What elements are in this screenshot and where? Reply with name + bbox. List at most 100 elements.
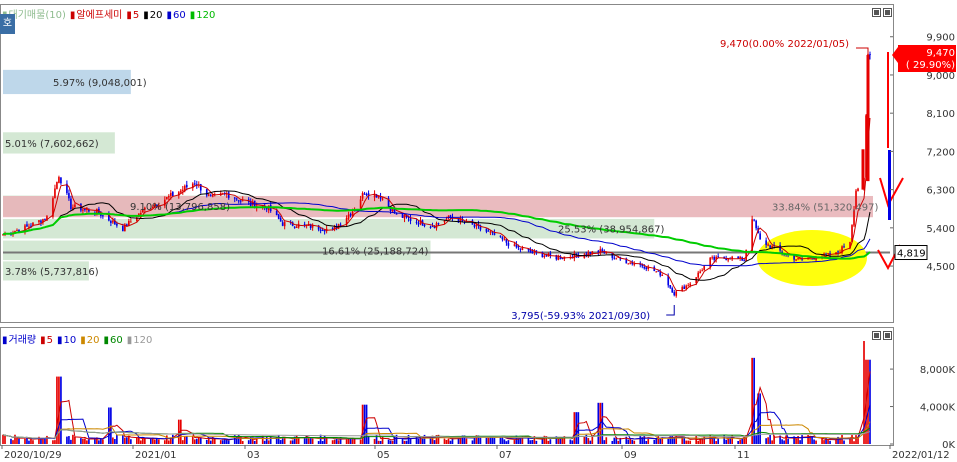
volume-bar bbox=[381, 436, 384, 444]
candle-body bbox=[401, 213, 404, 218]
x-axis-label: 03 bbox=[247, 450, 260, 461]
volume-bar bbox=[787, 438, 789, 444]
volume-bar bbox=[403, 440, 406, 444]
high-price-arrow bbox=[856, 47, 869, 52]
volume-bar bbox=[205, 439, 208, 444]
stock-chart[interactable]: 5.97% (9,048,001) 5.01% (7,602,662) 9.10% … bbox=[0, 0, 957, 462]
supply-zone-label: 16.61% (25,188,724) bbox=[322, 246, 428, 257]
price-legend-label: 대기매물(10) bbox=[8, 10, 66, 21]
candle-body bbox=[627, 263, 630, 265]
candle-body bbox=[303, 224, 306, 226]
candle-body bbox=[671, 287, 674, 293]
volume-bar bbox=[311, 438, 314, 444]
volume-legend: ▮거래량 ▮5 ▮10 ▮20 ▮60 ▮120 bbox=[2, 331, 156, 346]
volume-bar bbox=[351, 439, 354, 444]
volume-legend-marker: ▮ bbox=[40, 335, 46, 346]
volume-pane-close-button[interactable] bbox=[883, 331, 892, 340]
volume-bar bbox=[100, 438, 102, 444]
volume-bar bbox=[309, 438, 312, 444]
price-legend-marker: ▮ bbox=[69, 10, 76, 21]
candle-body bbox=[711, 257, 714, 259]
price-pane-frame bbox=[0, 4, 894, 323]
candle-body bbox=[82, 209, 84, 211]
volume-bar bbox=[829, 440, 831, 444]
volume-bar bbox=[657, 436, 660, 444]
volume-legend-label: 10 bbox=[63, 335, 77, 346]
volume-bar bbox=[739, 439, 741, 444]
volume-bar bbox=[405, 440, 408, 444]
candle-body bbox=[601, 249, 604, 252]
volume-legend-label: 거래량 bbox=[8, 335, 37, 346]
price-axis-label: 9,900 bbox=[926, 33, 955, 44]
price-legend-label: 5 bbox=[132, 10, 140, 21]
drawn-vertical-bar bbox=[888, 150, 891, 220]
volume-bar bbox=[659, 438, 662, 444]
volume-legend-label: 5 bbox=[46, 335, 54, 346]
volume-bar bbox=[695, 435, 698, 444]
volume-bar bbox=[72, 434, 74, 444]
volume-bar bbox=[185, 436, 188, 444]
candle-body bbox=[110, 221, 112, 223]
volume-bar bbox=[569, 439, 572, 444]
candle-body bbox=[295, 226, 298, 228]
candle-body bbox=[717, 256, 720, 258]
candle-body bbox=[275, 211, 278, 215]
volume-bar bbox=[149, 438, 152, 444]
volume-bar bbox=[333, 439, 336, 444]
volume-bar bbox=[529, 440, 532, 444]
side-tab[interactable]: 호 bbox=[0, 14, 15, 34]
price-legend-item: ▮5 bbox=[126, 10, 141, 21]
candle-body bbox=[743, 259, 745, 261]
candle-body bbox=[669, 285, 672, 288]
volume-bar bbox=[108, 407, 110, 444]
candle-body bbox=[825, 253, 827, 255]
volume-bar bbox=[741, 438, 743, 444]
volume-bar bbox=[130, 439, 132, 444]
volume-bar bbox=[673, 437, 676, 444]
volume-bar bbox=[851, 435, 853, 444]
candle-body bbox=[359, 199, 362, 209]
volume-bar bbox=[317, 441, 320, 444]
candle-body bbox=[443, 220, 446, 223]
volume-legend-label: 120 bbox=[133, 335, 153, 346]
volume-bar bbox=[445, 439, 448, 444]
price-pane-restore-button[interactable] bbox=[872, 8, 881, 17]
candle-body bbox=[74, 204, 76, 208]
volume-bar bbox=[12, 440, 14, 444]
candle-body bbox=[363, 193, 366, 195]
volume-bar bbox=[379, 440, 382, 444]
volume-bar bbox=[28, 440, 30, 444]
candle-body bbox=[675, 291, 678, 296]
candle-body bbox=[60, 177, 62, 184]
candle-body bbox=[701, 270, 704, 272]
volume-bar bbox=[605, 437, 608, 444]
volume-pane-restore-button[interactable] bbox=[872, 331, 881, 340]
candle-body bbox=[503, 239, 506, 241]
volume-bar bbox=[277, 435, 280, 444]
candle-body bbox=[128, 221, 130, 226]
supply-zone-label: 5.97% (9,048,001) bbox=[53, 78, 147, 89]
volume-bar bbox=[84, 438, 86, 444]
volume-bar bbox=[114, 439, 116, 444]
volume-bar bbox=[587, 438, 590, 444]
volume-bar bbox=[627, 439, 630, 444]
volume-bar bbox=[209, 440, 212, 444]
volume-bar bbox=[491, 436, 494, 444]
volume-bar bbox=[645, 441, 648, 444]
volume-bar bbox=[815, 440, 817, 444]
volume-bar bbox=[331, 440, 334, 444]
volume-bar bbox=[345, 439, 348, 444]
candle-body bbox=[531, 251, 534, 253]
volume-bar bbox=[221, 440, 224, 444]
volume-bar bbox=[32, 440, 34, 444]
volume-bar bbox=[367, 436, 370, 444]
candle-body bbox=[727, 259, 729, 261]
volume-bar bbox=[321, 440, 324, 444]
volume-bar bbox=[128, 436, 130, 444]
candle-body-spike bbox=[861, 149, 865, 190]
volume-bar bbox=[66, 436, 68, 444]
price-pane-close-button[interactable] bbox=[883, 8, 892, 17]
volume-legend-item: ▮거래량 bbox=[2, 335, 38, 346]
candle-body bbox=[475, 224, 478, 227]
x-axis-label: 11 bbox=[737, 450, 750, 461]
